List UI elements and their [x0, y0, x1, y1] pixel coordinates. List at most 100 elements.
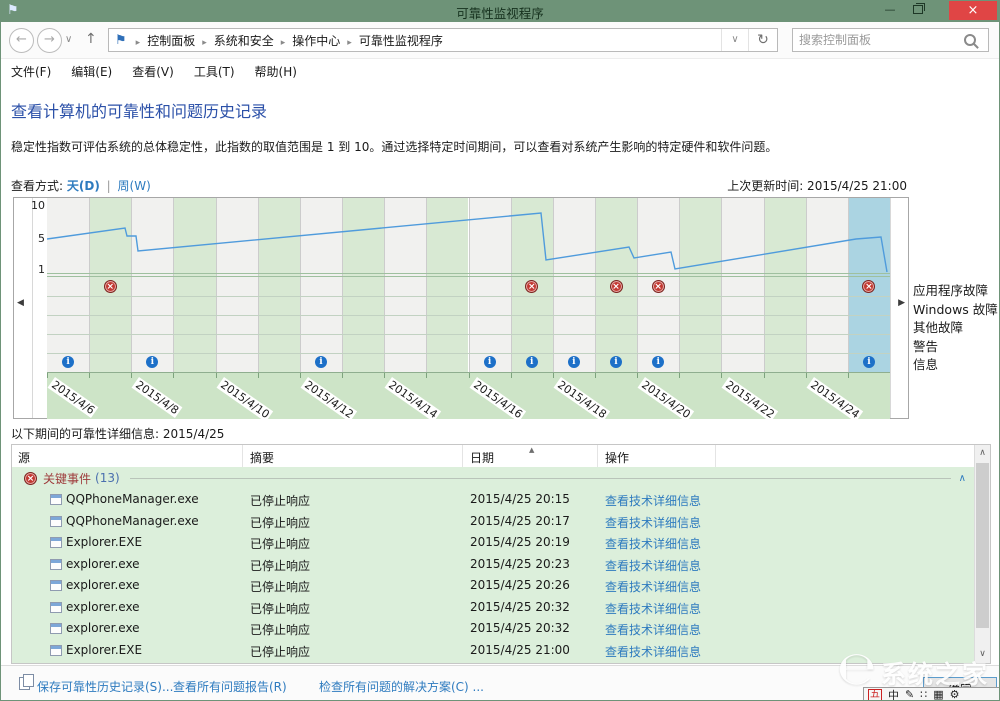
- ime-item-5[interactable]: ▦: [933, 688, 943, 701]
- event-row-7[interactable]: explorer.exe已停止响应2015/4/25 20:32查看技术详细信息: [12, 618, 974, 640]
- event-row-4[interactable]: explorer.exe已停止响应2015/4/25 20:23查看技术详细信息: [12, 554, 974, 576]
- view-technical-details-link[interactable]: 查看技术详细信息: [605, 621, 701, 638]
- group-row-critical-events[interactable]: × 关键事件 (13) ∧: [12, 467, 974, 489]
- search-input[interactable]: [793, 33, 964, 47]
- ime-item-1[interactable]: 五: [868, 689, 882, 701]
- address-dropdown-icon[interactable]: ∨: [721, 29, 748, 51]
- chart-scroll-left-strip[interactable]: ◀: [14, 198, 33, 418]
- menu-item-3[interactable]: 查看(V): [122, 59, 184, 84]
- view-by-days-link[interactable]: 天(D): [67, 179, 100, 193]
- event-row-5[interactable]: explorer.exe已停止响应2015/4/25 20:26查看技术详细信息: [12, 575, 974, 597]
- back-button[interactable]: ←: [9, 28, 34, 53]
- breadcrumb-item-2[interactable]: 系统和安全: [212, 34, 276, 48]
- event-row-1[interactable]: QQPhoneManager.exe已停止响应2015/4/25 20:15查看…: [12, 489, 974, 511]
- view-technical-details-link[interactable]: 查看技术详细信息: [605, 492, 701, 509]
- event-row-line: [47, 315, 890, 316]
- event-row-label-5: 信息: [913, 354, 938, 373]
- date-tick: [131, 373, 132, 378]
- event-summary: 已停止响应: [250, 600, 310, 617]
- breadcrumb-item-4[interactable]: 可靠性监视程序: [357, 34, 445, 48]
- view-technical-details-link[interactable]: 查看技术详细信息: [605, 643, 701, 660]
- page-title: 查看计算机的可靠性和问题历史记录: [11, 98, 267, 122]
- breadcrumb-item-3[interactable]: 操作中心: [290, 34, 342, 48]
- search-icon[interactable]: [964, 34, 976, 46]
- sort-asc-icon[interactable]: ▲: [529, 446, 534, 454]
- scrollbar-up-icon[interactable]: ∧: [975, 445, 990, 462]
- table-header: ▲ 源 摘要 日期 操作: [12, 445, 974, 468]
- date-tick: [595, 373, 596, 378]
- recent-pages-dropdown[interactable]: ∨: [65, 34, 72, 45]
- address-bar[interactable]: ⚑ ▸控制面板▸系统和安全▸操作中心▸可靠性监视程序 ∨ ↻: [108, 28, 778, 52]
- column-header-2[interactable]: 摘要: [250, 449, 274, 466]
- header-separator: [462, 445, 463, 467]
- chart-scroll-right-strip[interactable]: ▶: [890, 198, 908, 418]
- reliability-monitor-window: ⚑ 可靠性监视程序 — × ← → ∨ ↑ ⚑ ▸控制面板▸系统和安全▸操作中心…: [0, 0, 1000, 701]
- application-icon: [50, 559, 62, 570]
- event-row-label-4: 警告: [913, 336, 938, 355]
- minimize-button[interactable]: —: [877, 1, 903, 20]
- info-event-icon-2015/4/16: i: [484, 356, 496, 368]
- y-axis-label-5: 5: [31, 232, 45, 245]
- ime-item-2[interactable]: 中: [888, 687, 899, 701]
- view-technical-details-link[interactable]: 查看技术详细信息: [605, 557, 701, 574]
- event-summary: 已停止响应: [250, 578, 310, 595]
- scrollbar-thumb[interactable]: [976, 463, 989, 628]
- page-description: 稳定性指数可评估系统的总体稳定性，此指数的取值范围是 1 到 10。通过选择特定…: [11, 138, 777, 155]
- scrollbar-down-icon[interactable]: ∨: [975, 646, 990, 663]
- forward-button[interactable]: →: [37, 28, 62, 53]
- scroll-right-icon[interactable]: ▶: [898, 298, 905, 308]
- date-tick: [300, 373, 301, 378]
- info-event-icon-2015/4/6: i: [62, 356, 74, 368]
- ime-item-6[interactable]: ⚙: [950, 688, 960, 701]
- date-tick: [469, 373, 470, 378]
- window-title: 可靠性监视程序: [1, 3, 999, 22]
- footer-bar: 保存可靠性历史记录(S)...查看所有问题报告(R) 检查所有问题的解决方案(C)…: [1, 665, 999, 701]
- scroll-left-icon[interactable]: ◀: [17, 298, 24, 308]
- table-scrollbar[interactable]: ∧ ∨: [974, 445, 990, 663]
- view-technical-details-link[interactable]: 查看技术详细信息: [605, 535, 701, 552]
- menu-item-5[interactable]: 帮助(H): [245, 59, 307, 84]
- breadcrumb-separator-icon: ▸: [342, 38, 357, 48]
- event-row-line: [47, 353, 890, 354]
- view-technical-details-link[interactable]: 查看技术详细信息: [605, 578, 701, 595]
- view-by-weeks-link[interactable]: 周(W): [118, 179, 151, 193]
- navigation-bar: ← → ∨ ↑ ⚑ ▸控制面板▸系统和安全▸操作中心▸可靠性监视程序 ∨ ↻: [1, 22, 999, 59]
- date-tick: [511, 373, 512, 378]
- date-tick: [553, 373, 554, 378]
- menu-item-2[interactable]: 编辑(E): [61, 59, 122, 84]
- event-source: explorer.exe: [66, 621, 140, 635]
- breadcrumb-item-1[interactable]: 控制面板: [145, 34, 197, 48]
- close-button[interactable]: ×: [949, 1, 997, 20]
- up-button[interactable]: ↑: [85, 31, 97, 47]
- app-failure-icon-2015/4/7: ×: [104, 280, 117, 293]
- event-row-6[interactable]: explorer.exe已停止响应2015/4/25 20:32查看技术详细信息: [12, 597, 974, 619]
- ime-toolbar[interactable]: 五中 ✎ ∷ ▦ ⚙: [863, 687, 1000, 701]
- event-row-2[interactable]: QQPhoneManager.exe已停止响应2015/4/25 20:17查看…: [12, 511, 974, 533]
- event-row-8[interactable]: Explorer.EXE已停止响应2015/4/25 21:00查看技术详细信息: [12, 640, 974, 662]
- restore-button[interactable]: [905, 1, 931, 20]
- application-icon: [50, 602, 62, 613]
- view-technical-details-link[interactable]: 查看技术详细信息: [605, 514, 701, 531]
- column-header-3[interactable]: 日期: [470, 449, 494, 466]
- group-count: (13): [95, 471, 120, 485]
- info-event-icon-2015/4/17: i: [526, 356, 538, 368]
- ime-item-4[interactable]: ∷: [920, 688, 927, 701]
- event-date: 2015/4/25 20:26: [470, 578, 570, 592]
- info-event-icon-2015/4/12: i: [315, 356, 327, 368]
- view-mode-label: 查看方式:: [11, 179, 63, 193]
- ime-item-3[interactable]: ✎: [905, 688, 914, 701]
- column-header-1[interactable]: 源: [18, 449, 30, 466]
- menu-item-4[interactable]: 工具(T): [184, 59, 245, 84]
- menu-item-1[interactable]: 文件(F): [1, 59, 61, 84]
- event-row-line: [47, 334, 890, 335]
- column-header-4[interactable]: 操作: [605, 449, 629, 466]
- app-failure-icon-2015/4/20: ×: [652, 280, 665, 293]
- footer-link-2[interactable]: 查看所有问题报告(R): [173, 678, 287, 695]
- group-collapse-icon[interactable]: ∧: [959, 473, 966, 484]
- view-technical-details-link[interactable]: 查看技术详细信息: [605, 600, 701, 617]
- footer-link-1[interactable]: 保存可靠性历史记录(S)...: [37, 678, 173, 695]
- footer-link-3[interactable]: 检查所有问题的解决方案(C) ...: [319, 678, 484, 695]
- refresh-icon[interactable]: ↻: [748, 29, 777, 51]
- event-row-3[interactable]: Explorer.EXE已停止响应2015/4/25 20:19查看技术详细信息: [12, 532, 974, 554]
- application-icon: [50, 516, 62, 527]
